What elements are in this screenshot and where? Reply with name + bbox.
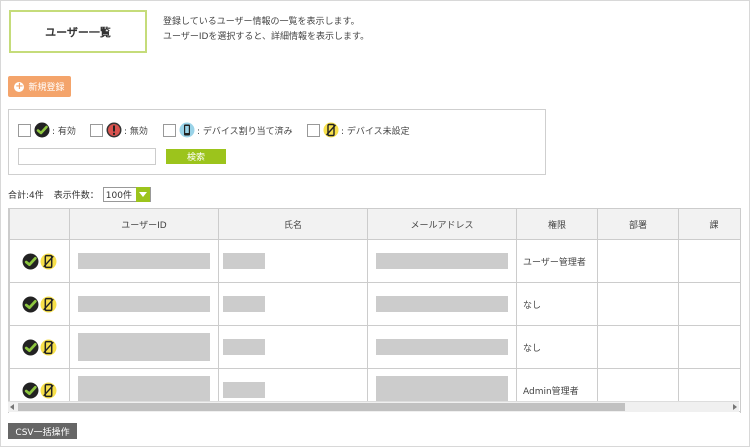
new-register-label: 新規登録	[28, 83, 65, 93]
filter-disabled-checkbox[interactable]	[90, 123, 103, 137]
filter-panel: : 有効 : 無効 : デバイス割り当て済み : デバイス未設定 検索	[8, 109, 546, 175]
redacted-user-id[interactable]	[78, 253, 210, 269]
check-circle-icon	[22, 253, 39, 269]
filter-disabled-label: : 無効	[124, 126, 148, 137]
email-cell	[367, 239, 517, 283]
csv-bulk-button[interactable]: CSV一括操作	[8, 423, 77, 439]
filter-active-checkbox[interactable]	[18, 123, 31, 137]
description-line-2: ユーザーIDを選択すると、詳細情報を表示します。	[163, 32, 370, 42]
scrollbar-thumb[interactable]	[18, 403, 625, 411]
page-title: ユーザー一覧	[9, 10, 147, 53]
column-header-email[interactable]: メールアドレス	[367, 208, 517, 240]
redacted-name	[223, 296, 265, 312]
csv-bulk-label: CSV一括操作	[15, 427, 70, 438]
description-line-1: 登録しているユーザー情報の一覧を表示します。	[163, 17, 360, 27]
total-count: 合計:4件	[8, 191, 44, 201]
redacted-user-id[interactable]	[78, 296, 210, 312]
column-header-department[interactable]: 部署	[597, 208, 679, 240]
role-cell: なし	[516, 325, 598, 369]
user-table: ユーザーID 氏名 メールアドレス 権限 部署 課 ユーザー管理者 なし なし …	[9, 208, 740, 412]
status-cell	[9, 239, 70, 283]
filter-device-assigned-checkbox[interactable]	[163, 123, 176, 137]
email-cell	[367, 325, 517, 369]
per-page-value: 100件	[105, 191, 132, 201]
search-input[interactable]	[18, 148, 156, 165]
status-cell	[9, 325, 70, 369]
redacted-email	[376, 376, 508, 404]
redacted-email	[376, 339, 508, 355]
check-circle-icon	[22, 296, 39, 312]
scroll-left-arrow-icon[interactable]	[10, 404, 14, 410]
device-unset-icon	[40, 382, 57, 398]
check-circle-icon	[22, 382, 39, 398]
user-id-cell[interactable]	[69, 239, 219, 283]
filter-device-unset[interactable]: : デバイス未設定	[307, 122, 410, 138]
redacted-user-id[interactable]	[78, 376, 210, 404]
column-header-name[interactable]: 氏名	[218, 208, 368, 240]
redacted-name	[223, 253, 265, 269]
column-header-user-id[interactable]: ユーザーID	[69, 208, 219, 240]
filter-active[interactable]: : 有効	[18, 122, 76, 138]
section-cell	[678, 239, 740, 283]
column-header-status	[9, 208, 70, 240]
name-cell	[218, 239, 368, 283]
new-register-button[interactable]: + 新規登録	[8, 76, 71, 97]
filter-disabled[interactable]: : 無効	[90, 122, 148, 138]
per-page-select[interactable]: 100件	[102, 187, 151, 202]
redacted-email	[376, 296, 508, 312]
name-cell	[218, 282, 368, 326]
per-page-label: 表示件数：	[53, 191, 99, 201]
exclamation-circle-icon	[106, 122, 122, 138]
filter-active-label: : 有効	[52, 126, 76, 137]
table-row[interactable]: ユーザー管理者	[9, 239, 740, 283]
scroll-right-arrow-icon[interactable]	[733, 404, 737, 410]
search-button[interactable]: 検索	[166, 149, 226, 164]
name-cell	[218, 325, 368, 369]
table-row[interactable]: なし	[9, 282, 740, 326]
horizontal-scrollbar[interactable]	[8, 401, 739, 412]
page-title-text: ユーザー一覧	[45, 25, 111, 39]
redacted-name	[223, 339, 265, 355]
role-cell: ユーザー管理者	[516, 239, 598, 283]
user-table-container: ユーザーID 氏名 メールアドレス 権限 部署 課 ユーザー管理者 なし なし …	[8, 208, 741, 413]
column-header-role[interactable]: 権限	[516, 208, 598, 240]
role-cell: なし	[516, 282, 598, 326]
list-summary: 合計:4件 表示件数： 100件	[8, 187, 151, 202]
email-cell	[367, 282, 517, 326]
filter-device-unset-label: : デバイス未設定	[341, 126, 410, 137]
chevron-down-icon	[135, 187, 150, 202]
table-header-row: ユーザーID 氏名 メールアドレス 権限 部署 課	[9, 208, 740, 240]
page-description: 登録しているユーザー情報の一覧を表示します。 ユーザーIDを選択すると、詳細情報…	[163, 15, 369, 45]
filter-device-assigned-label: : デバイス割り当て済み	[197, 126, 293, 137]
department-cell	[597, 325, 679, 369]
user-id-cell[interactable]	[69, 282, 219, 326]
table-row[interactable]: なし	[9, 325, 740, 369]
device-unset-icon	[40, 253, 57, 269]
column-header-section[interactable]: 課	[678, 208, 740, 240]
section-cell	[678, 282, 740, 326]
check-circle-icon	[34, 122, 50, 138]
device-unset-icon	[323, 122, 339, 138]
plus-icon: +	[14, 80, 25, 92]
filter-device-unset-checkbox[interactable]	[307, 123, 320, 137]
user-id-cell[interactable]	[69, 325, 219, 369]
device-unset-icon	[40, 339, 57, 355]
status-cell	[9, 282, 70, 326]
department-cell	[597, 239, 679, 283]
search-button-label: 検索	[186, 153, 205, 163]
device-unset-icon	[40, 296, 57, 312]
redacted-name	[223, 382, 265, 398]
check-circle-icon	[22, 339, 39, 355]
department-cell	[597, 282, 679, 326]
filter-device-assigned[interactable]: : デバイス割り当て済み	[163, 122, 293, 138]
redacted-email	[376, 253, 508, 269]
section-cell	[678, 325, 740, 369]
device-assigned-icon	[179, 122, 195, 138]
redacted-user-id[interactable]	[78, 333, 210, 361]
